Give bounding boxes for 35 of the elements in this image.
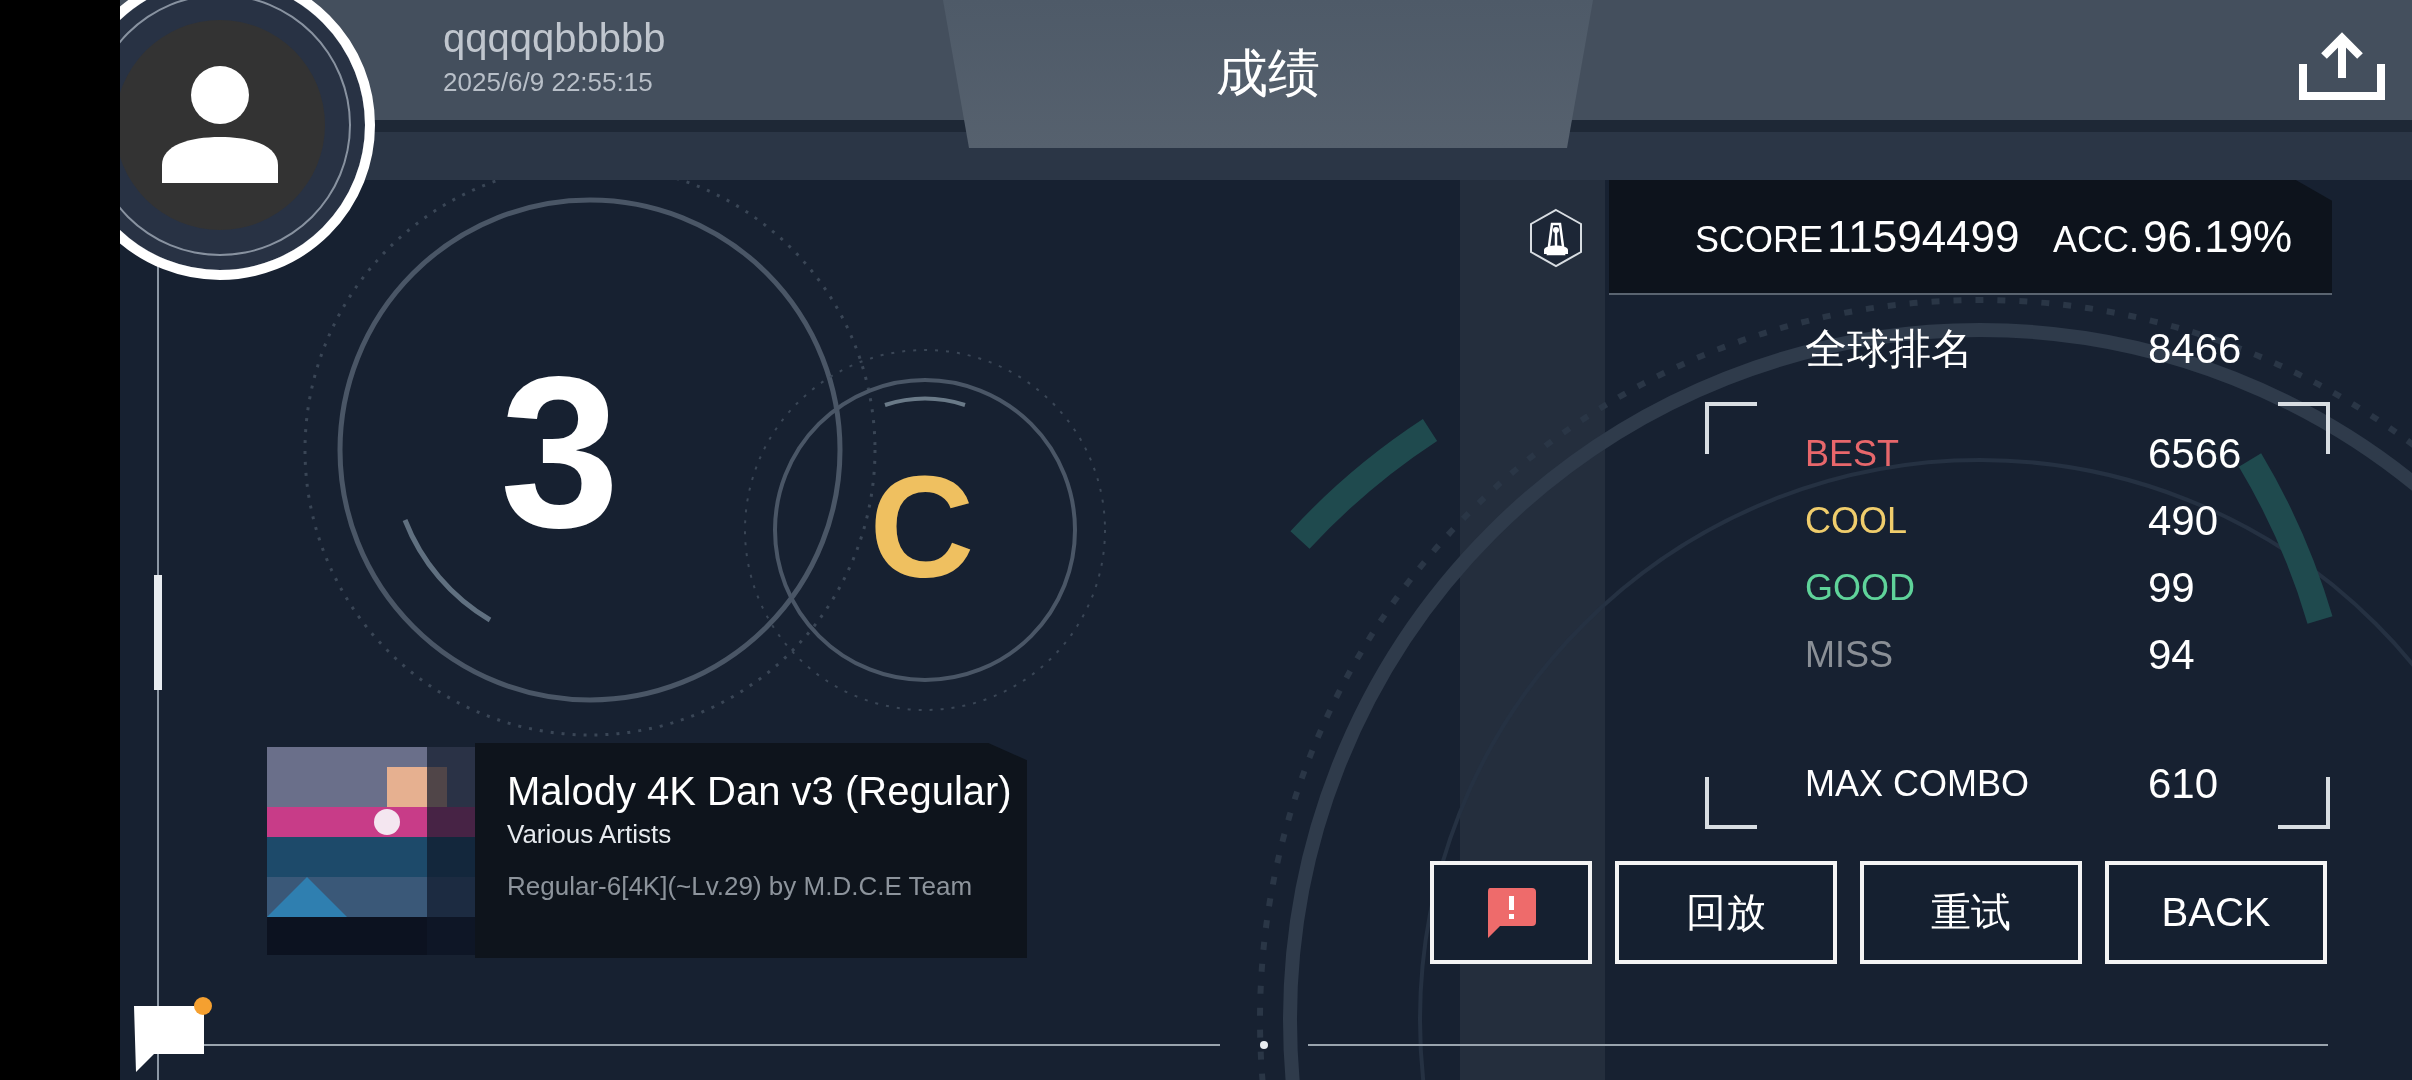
- action-button[interactable]: BACK: [2105, 861, 2327, 964]
- song-artist: Various Artists: [507, 818, 673, 851]
- corner-bracket: [1705, 402, 1757, 454]
- grade-number: 3: [500, 345, 620, 560]
- judgement-label: GOOD: [1805, 566, 1916, 609]
- max-combo-label: MAX COMBO: [1805, 762, 2030, 805]
- action-button[interactable]: 回放: [1615, 861, 1837, 964]
- action-button[interactable]: 重试: [1860, 861, 2082, 964]
- timestamp: 2025/6/9 22:55:15: [443, 66, 654, 99]
- judgement-label: MISS: [1805, 633, 1894, 676]
- person-icon: [160, 65, 280, 185]
- corner-bracket: [2278, 777, 2330, 829]
- page-title: 成绩: [1216, 43, 1320, 104]
- max-combo-value: 610: [2148, 759, 2219, 808]
- corner-bracket: [1705, 777, 1757, 829]
- corner-bracket: [2278, 402, 2330, 454]
- metronome-icon: [1528, 207, 1584, 268]
- rank-label: 全球排名: [1805, 323, 1974, 374]
- grade-letter: C: [869, 455, 975, 600]
- judgement-label: COOL: [1805, 499, 1909, 542]
- judgement-count: 94: [2148, 630, 2195, 679]
- upload-icon[interactable]: [2299, 30, 2385, 100]
- judgement-count: 6566: [2148, 429, 2242, 478]
- username: qqqqqbbbbb: [443, 15, 667, 62]
- judgement-count: 490: [2148, 496, 2219, 545]
- judgement-label: BEST: [1805, 432, 1901, 475]
- song-title: Malody 4K Dan v3 (Regular): [507, 768, 1013, 815]
- rank-value: 8466: [2148, 324, 2242, 373]
- report-button[interactable]: [1430, 861, 1592, 964]
- score-label: SCORE: [1695, 218, 1824, 261]
- accuracy-value: 96.19%: [2143, 211, 2293, 262]
- chart-info: Regular-6[4K](~Lv.29) by M.D.C.E Team: [507, 870, 974, 903]
- judgement-count: 99: [2148, 563, 2195, 612]
- score-value: 11594499: [1827, 211, 2020, 262]
- accuracy-label: ACC.: [2053, 218, 2139, 261]
